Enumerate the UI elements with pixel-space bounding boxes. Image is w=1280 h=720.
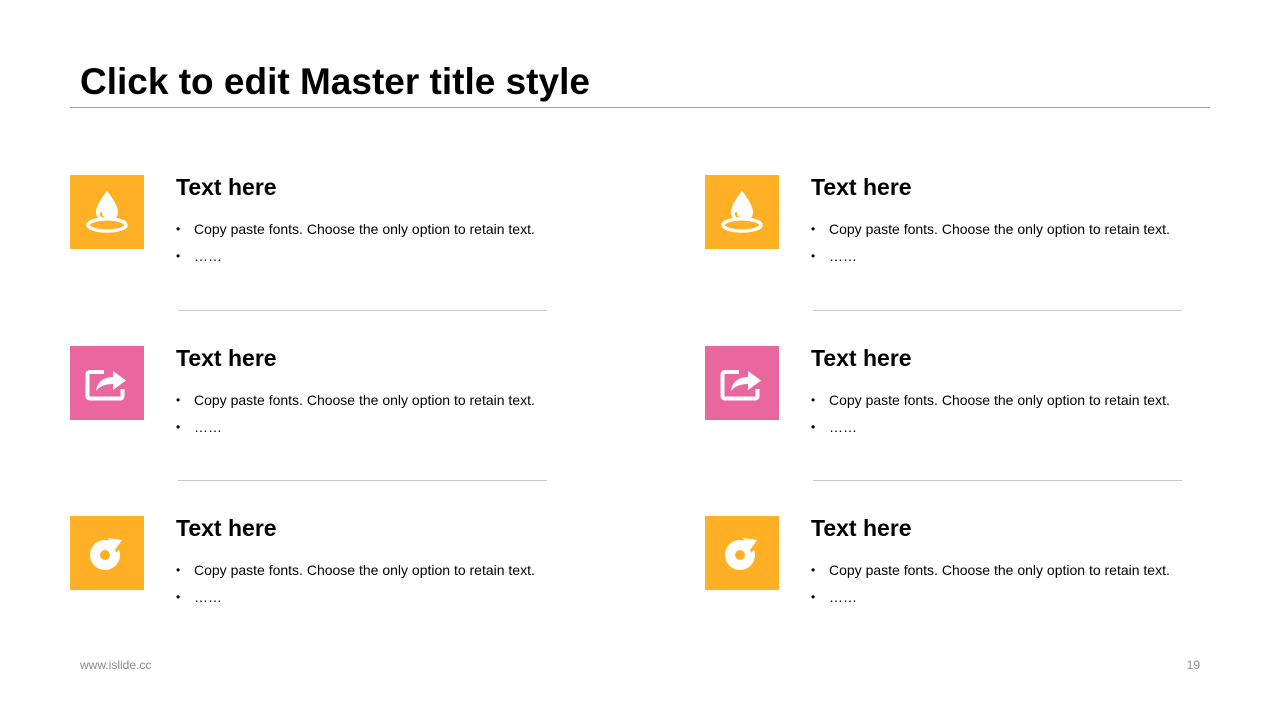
bullet-item[interactable]: …… — [811, 587, 1170, 614]
bullet-item[interactable]: Copy paste fonts. Choose the only option… — [811, 560, 1170, 587]
water-drop-icon — [705, 175, 779, 249]
feature-item-5: Text here Copy paste fonts. Choose the o… — [70, 515, 590, 616]
item-heading[interactable]: Text here — [176, 515, 277, 541]
item-heading[interactable]: Text here — [811, 345, 912, 371]
bullet-list: Copy paste fonts. Choose the only option… — [176, 219, 535, 273]
bullet-item[interactable]: Copy paste fonts. Choose the only option… — [176, 219, 535, 246]
bullet-list: Copy paste fonts. Choose the only option… — [176, 560, 535, 614]
row-divider — [178, 310, 547, 311]
item-heading[interactable]: Text here — [176, 345, 277, 371]
bullet-list: Copy paste fonts. Choose the only option… — [811, 219, 1170, 273]
feature-item-1: Text here Copy paste fonts. Choose the o… — [70, 174, 590, 275]
share-icon — [70, 346, 144, 420]
title-divider — [70, 107, 1210, 108]
page-number: 19 — [1186, 658, 1200, 672]
bullet-item[interactable]: …… — [811, 246, 1170, 273]
item-heading[interactable]: Text here — [176, 174, 277, 200]
bullet-list: Copy paste fonts. Choose the only option… — [811, 390, 1170, 444]
bullet-list: Copy paste fonts. Choose the only option… — [811, 560, 1170, 614]
refresh-icon — [70, 516, 144, 590]
item-heading[interactable]: Text here — [811, 174, 912, 200]
row-divider — [178, 480, 547, 481]
item-heading[interactable]: Text here — [811, 515, 912, 541]
bullet-item[interactable]: Copy paste fonts. Choose the only option… — [811, 219, 1170, 246]
row-divider — [813, 310, 1182, 311]
bullet-list: Copy paste fonts. Choose the only option… — [176, 390, 535, 444]
share-icon — [705, 346, 779, 420]
slide: Click to edit Master title style Text he… — [0, 0, 1280, 720]
bullet-item[interactable]: …… — [176, 587, 535, 614]
feature-item-4: Text here Copy paste fonts. Choose the o… — [705, 345, 1225, 446]
bullet-item[interactable]: …… — [176, 246, 535, 273]
feature-item-3: Text here Copy paste fonts. Choose the o… — [70, 345, 590, 446]
row-divider — [813, 480, 1182, 481]
feature-item-6: Text here Copy paste fonts. Choose the o… — [705, 515, 1225, 616]
refresh-icon — [705, 516, 779, 590]
footer-url: www.islide.cc — [80, 658, 152, 672]
slide-title[interactable]: Click to edit Master title style — [80, 60, 590, 104]
bullet-item[interactable]: Copy paste fonts. Choose the only option… — [176, 560, 535, 587]
bullet-item[interactable]: …… — [811, 417, 1170, 444]
bullet-item[interactable]: …… — [176, 417, 535, 444]
water-drop-icon — [70, 175, 144, 249]
feature-item-2: Text here Copy paste fonts. Choose the o… — [705, 174, 1225, 275]
bullet-item[interactable]: Copy paste fonts. Choose the only option… — [176, 390, 535, 417]
bullet-item[interactable]: Copy paste fonts. Choose the only option… — [811, 390, 1170, 417]
